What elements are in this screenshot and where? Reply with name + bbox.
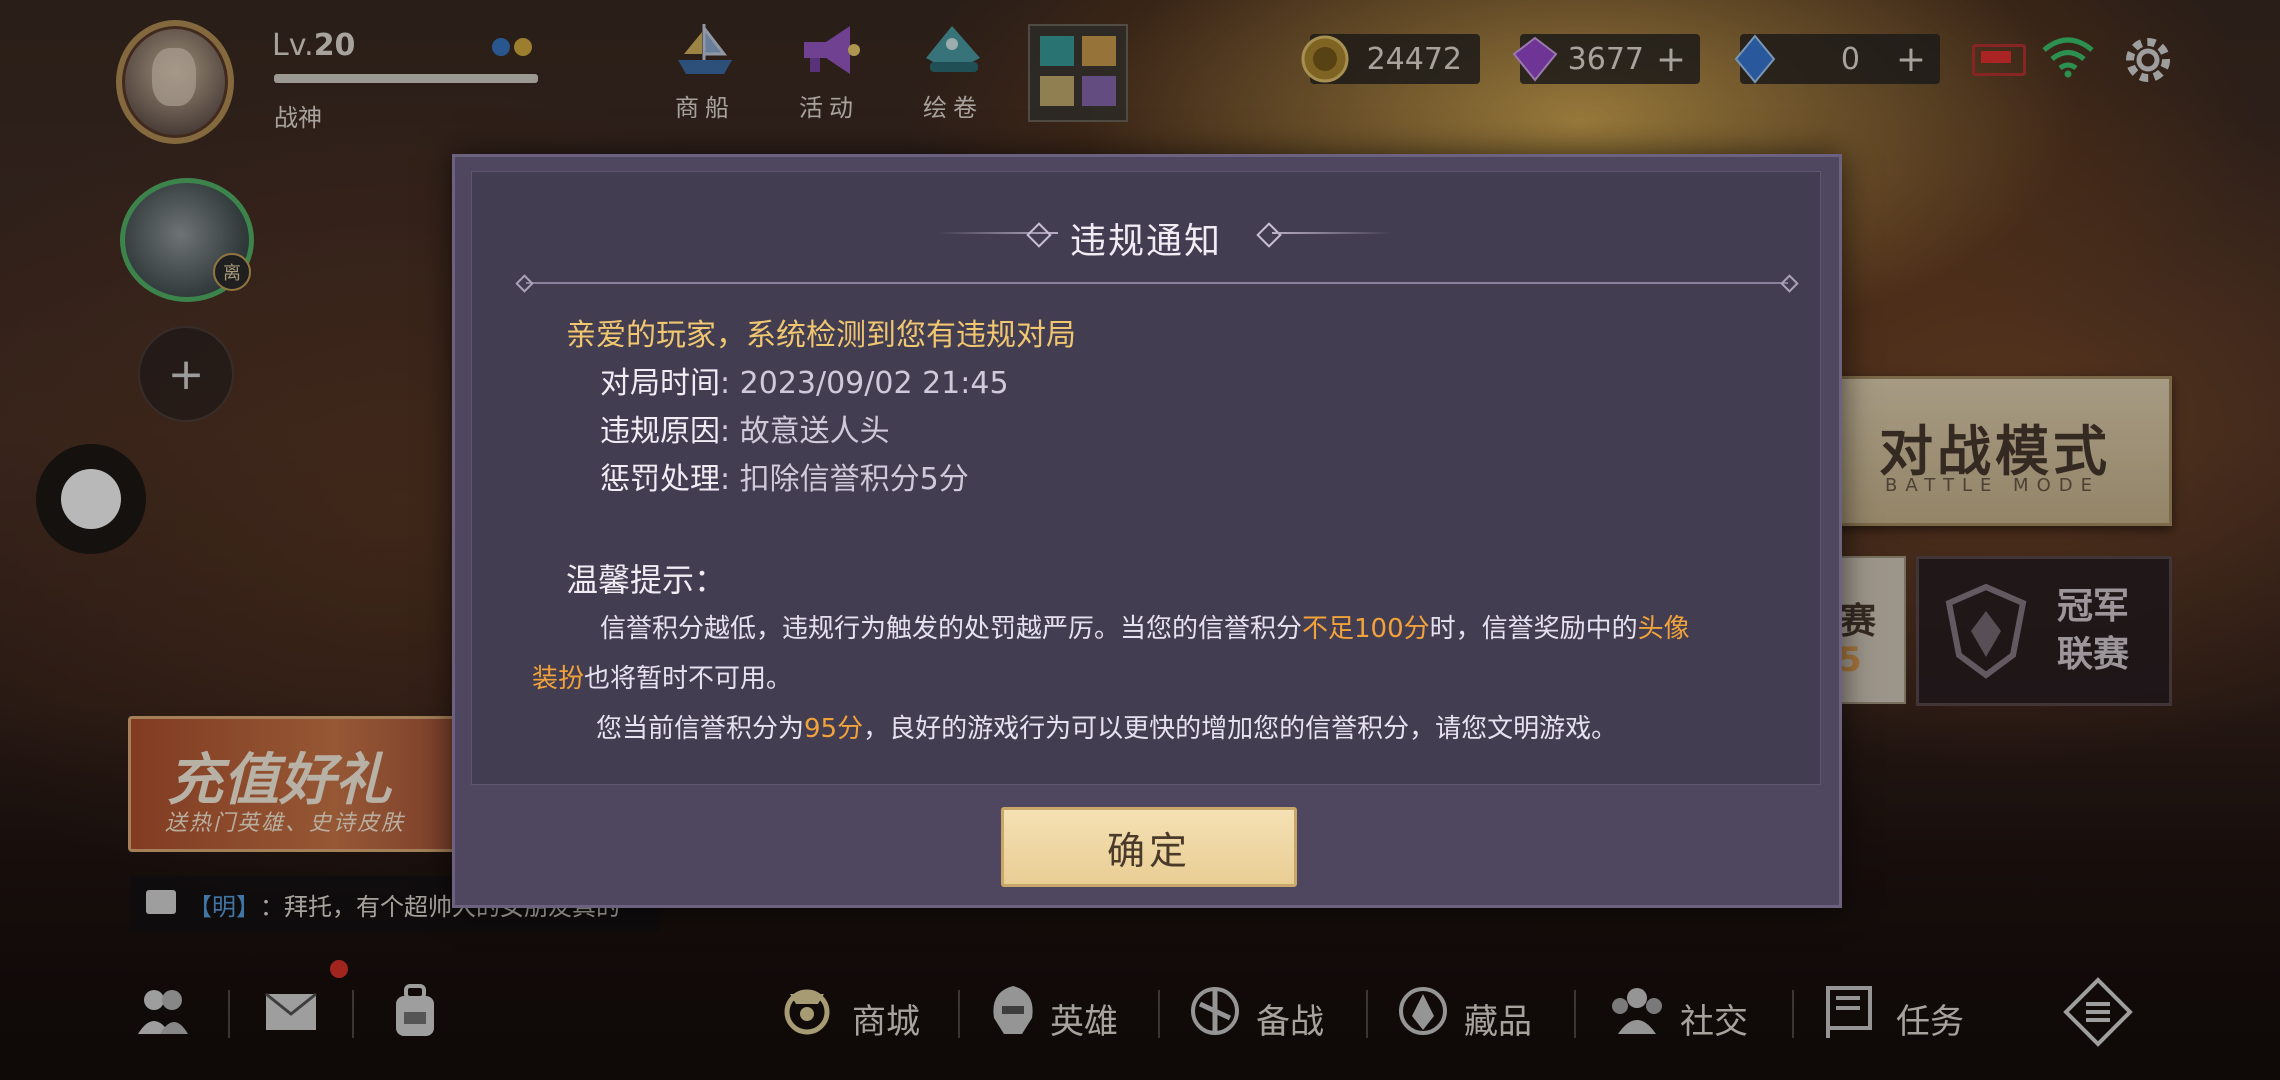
tip-text-3: 也将暂时不可用。 — [584, 664, 793, 694]
violation-notice-dialog: 违规通知 亲爱的玩家，系统检测到您有违规对局 对局时间: 2023/09/02 … — [452, 154, 1842, 908]
confirm-button[interactable]: 确定 — [1001, 807, 1297, 887]
penalty-label: 惩罚处理 — [600, 462, 720, 497]
dialog-title-row: 违规通知 — [472, 212, 1820, 264]
dialog-content: 亲爱的玩家，系统检测到您有违规对局 对局时间: 2023/09/02 21:45… — [532, 312, 1766, 754]
match-time-value: : 2023/09/02 21:45 — [720, 366, 1009, 401]
title-deco-right — [1272, 232, 1392, 234]
reason-row: 违规原因: 故意送人头 — [600, 408, 1766, 456]
match-time-label: 对局时间 — [600, 366, 720, 401]
penalty-value: : 扣除信誉积分5分 — [720, 462, 969, 497]
penalty-row: 惩罚处理: 扣除信誉积分5分 — [600, 456, 1766, 504]
reason-label: 违规原因 — [600, 414, 720, 449]
score-suffix: ，良好的游戏行为可以更快的增加您的信誉积分，请您文明游戏。 — [863, 714, 1618, 744]
tip-highlight-threshold: 不足100分 — [1302, 614, 1430, 644]
tip-title: 温馨提示： — [566, 561, 727, 599]
current-score: 95分 — [804, 714, 864, 744]
dialog-body: 违规通知 亲爱的玩家，系统检测到您有违规对局 对局时间: 2023/09/02 … — [471, 171, 1821, 785]
tip-paragraph: 信誉积分越低，违规行为触发的处罚越严厉。当您的信誉积分不足100分时，信誉奖励中… — [532, 604, 1766, 704]
reason-value: : 故意送人头 — [720, 414, 890, 449]
tip-text-2: 时，信誉奖励中的 — [1429, 614, 1638, 644]
tip-highlight-outfit: 装扮 — [532, 664, 585, 694]
tip-text-1: 信誉积分越低，违规行为触发的处罚越严厉。当您的信誉积分 — [600, 614, 1303, 644]
title-divider — [526, 282, 1788, 284]
match-time-row: 对局时间: 2023/09/02 21:45 — [600, 360, 1766, 408]
title-diamond-right — [1256, 222, 1282, 248]
score-paragraph: 您当前信誉积分为95分，良好的游戏行为可以更快的增加您的信誉积分，请您文明游戏。 — [596, 704, 1766, 754]
tip-highlight-avatar: 头像 — [1637, 614, 1690, 644]
score-prefix: 您当前信誉积分为 — [596, 714, 805, 744]
notice-greeting: 亲爱的玩家，系统检测到您有违规对局 — [566, 318, 1076, 353]
title-diamond-left — [1026, 222, 1052, 248]
dialog-title: 违规通知 — [1069, 221, 1222, 262]
